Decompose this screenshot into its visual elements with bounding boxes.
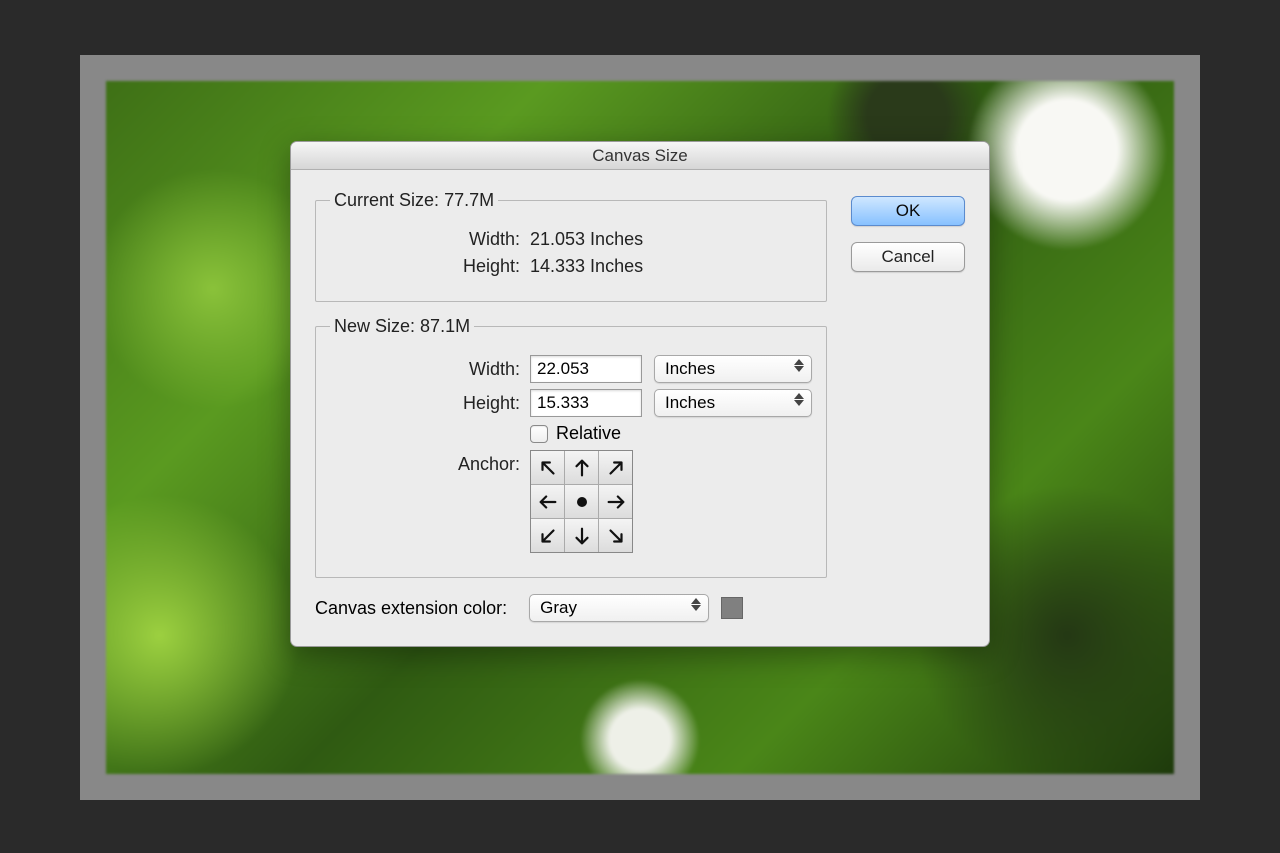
new-height-input[interactable] <box>530 389 642 417</box>
extension-color-select[interactable]: Gray <box>529 594 709 622</box>
new-size-legend-prefix: New Size: <box>334 316 415 336</box>
anchor-s[interactable] <box>565 519 598 552</box>
anchor-label: Anchor: <box>330 450 530 475</box>
extension-label: Canvas extension color: <box>315 598 507 619</box>
current-width-value: 21.053 Inches <box>530 229 643 250</box>
new-height-label: Height: <box>330 393 530 414</box>
extension-row: Canvas extension color: Gray <box>315 594 827 622</box>
new-width-row: Width: Inches <box>330 355 812 383</box>
new-size-legend: New Size: 87.1M <box>330 316 474 337</box>
anchor-row: Anchor: <box>330 450 812 553</box>
ok-button[interactable]: OK <box>851 196 965 226</box>
new-height-unit-select[interactable]: Inches <box>654 389 812 417</box>
anchor-e[interactable] <box>599 485 632 518</box>
anchor-sw[interactable] <box>531 519 564 552</box>
current-height-value: 14.333 Inches <box>530 256 643 277</box>
anchor-center[interactable] <box>565 485 598 518</box>
stepper-icon <box>690 598 702 611</box>
new-width-unit-value: Inches <box>665 359 715 378</box>
extension-color-swatch[interactable] <box>721 597 743 619</box>
dialog-title: Canvas Size <box>291 142 989 170</box>
canvas-size-dialog: Canvas Size Current Size: 77.7M Width: 2… <box>290 141 990 647</box>
new-height-row: Height: Inches <box>330 389 812 417</box>
dot-icon <box>577 497 587 507</box>
stepper-icon <box>793 393 805 406</box>
current-size-legend: Current Size: 77.7M <box>330 190 498 211</box>
current-width-row: Width: 21.053 Inches <box>330 229 812 250</box>
anchor-n[interactable] <box>565 451 598 484</box>
chevron-down-icon <box>794 400 804 406</box>
chevron-up-icon <box>794 393 804 399</box>
anchor-nw[interactable] <box>531 451 564 484</box>
chevron-down-icon <box>794 366 804 372</box>
extension-color-value: Gray <box>540 598 577 617</box>
new-width-unit-select[interactable]: Inches <box>654 355 812 383</box>
relative-label: Relative <box>556 423 621 444</box>
stepper-icon <box>793 359 805 372</box>
current-size-legend-value: 77.7M <box>444 190 494 210</box>
new-width-label: Width: <box>330 359 530 380</box>
new-size-group: New Size: 87.1M Width: Inches H <box>315 316 827 578</box>
current-size-group: Current Size: 77.7M Width: 21.053 Inches… <box>315 190 827 302</box>
relative-checkbox[interactable] <box>530 425 548 443</box>
dialog-right-column: OK Cancel <box>851 190 965 622</box>
anchor-grid <box>530 450 633 553</box>
chevron-down-icon <box>691 605 701 611</box>
dialog-body: Current Size: 77.7M Width: 21.053 Inches… <box>291 170 989 646</box>
chevron-up-icon <box>794 359 804 365</box>
new-height-unit-value: Inches <box>665 393 715 412</box>
cancel-button[interactable]: Cancel <box>851 242 965 272</box>
anchor-w[interactable] <box>531 485 564 518</box>
chevron-up-icon <box>691 598 701 604</box>
current-size-legend-prefix: Current Size: <box>334 190 439 210</box>
current-height-label: Height: <box>330 256 530 277</box>
dialog-left-column: Current Size: 77.7M Width: 21.053 Inches… <box>315 190 827 622</box>
current-width-label: Width: <box>330 229 530 250</box>
current-height-row: Height: 14.333 Inches <box>330 256 812 277</box>
new-width-input[interactable] <box>530 355 642 383</box>
anchor-ne[interactable] <box>599 451 632 484</box>
new-size-legend-value: 87.1M <box>420 316 470 336</box>
relative-row: Relative <box>330 423 812 444</box>
anchor-se[interactable] <box>599 519 632 552</box>
